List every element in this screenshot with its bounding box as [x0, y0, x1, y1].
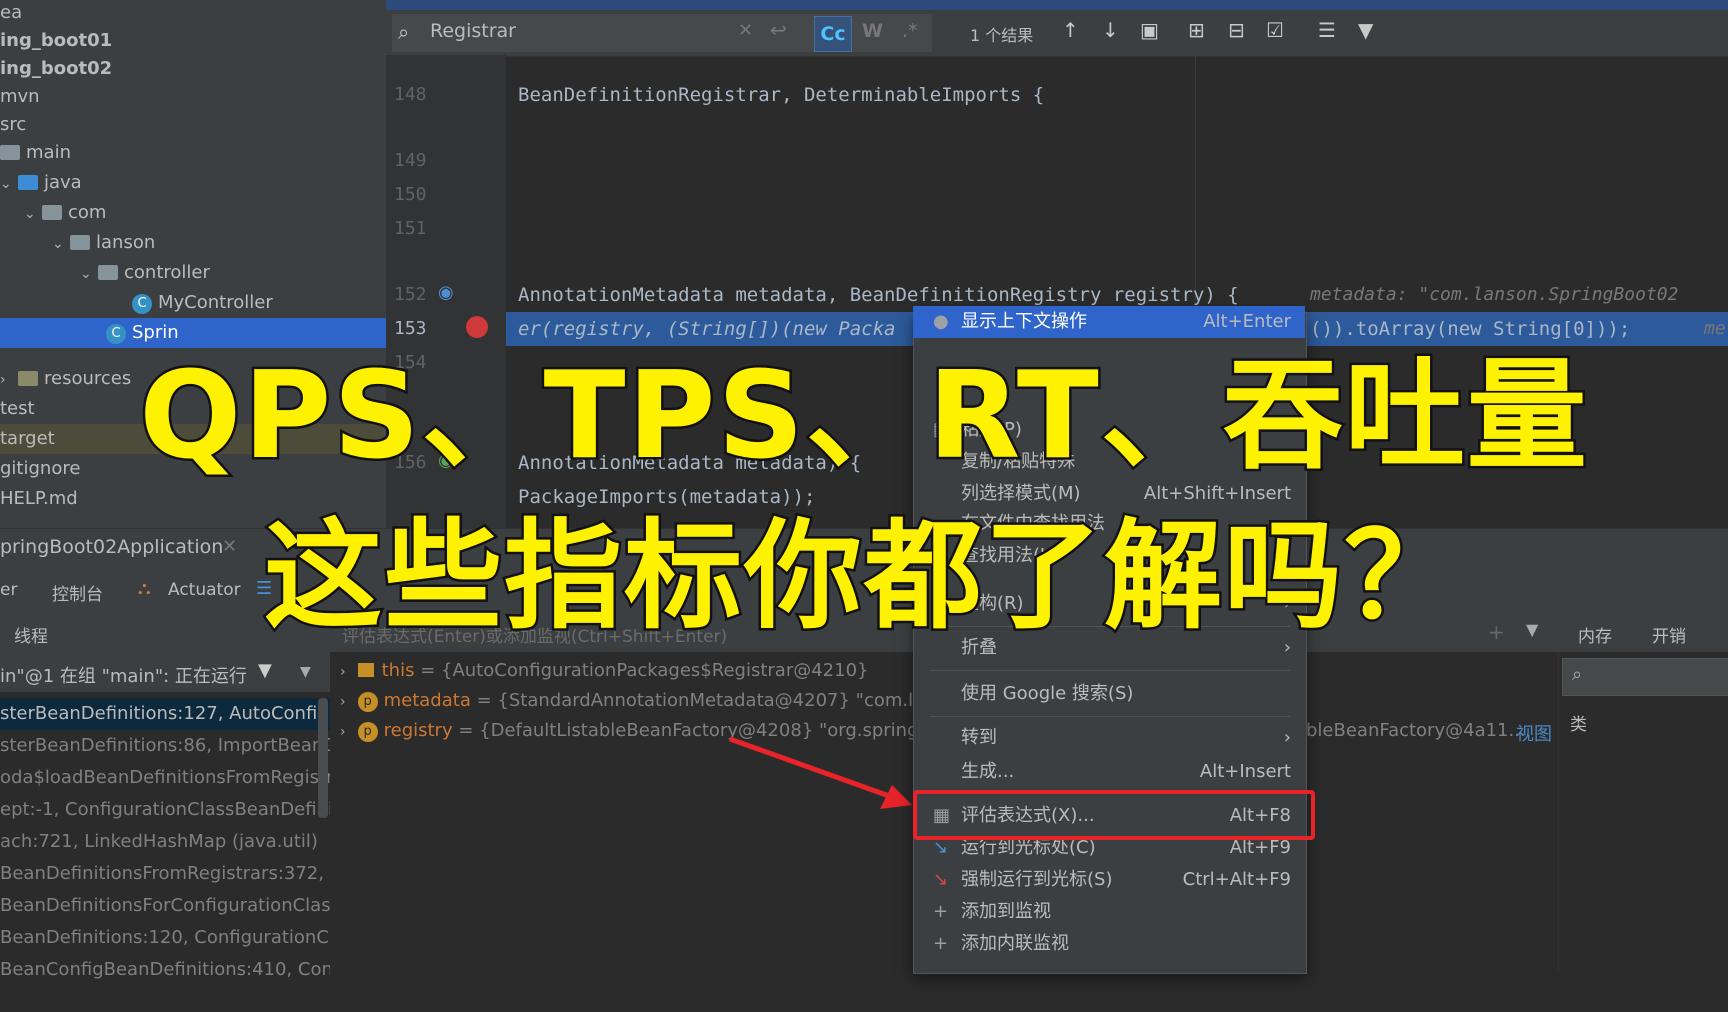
menu-item-google-search[interactable]: 使用 Google 搜索(S) [913, 678, 1305, 710]
memory-search-input[interactable] [1562, 658, 1728, 696]
tree-item[interactable]: src [0, 110, 26, 140]
view-link[interactable]: 视图 [1516, 720, 1552, 746]
editor-top-strip [386, 0, 1728, 10]
code-line[interactable]: BeanDefinitionRegistrar, DeterminableImp… [518, 84, 1044, 106]
tree-item-folder[interactable]: ⌄ com [24, 198, 106, 228]
line-number: 151 [394, 218, 427, 239]
folder-icon [0, 145, 20, 160]
menu-item-generate[interactable]: 生成... Alt+Insert [913, 756, 1305, 788]
frames-scrollbar[interactable] [318, 698, 328, 818]
thread-status: in"@1 在组 "main": 正在运行 [0, 666, 247, 687]
menu-separator [930, 716, 1290, 717]
add-occurrence-icon[interactable]: ⊞ [1188, 18, 1205, 42]
implement-marker-icon[interactable]: ◉ [438, 282, 454, 303]
regex-button[interactable]: .* [902, 20, 918, 42]
class-icon: C [132, 294, 152, 314]
filter-icon[interactable]: ▼ [258, 660, 272, 681]
select-occurrences-icon[interactable]: ☑ [1266, 18, 1284, 42]
tree-item-module[interactable]: ing_boot01 [0, 26, 112, 56]
match-case-button[interactable]: Cc [814, 16, 852, 52]
stack-frame[interactable]: sterBeanDefinitions:127, AutoConfigu [0, 698, 330, 730]
memory-panel [1558, 652, 1728, 972]
filter-icon[interactable]: ▼ [1358, 18, 1373, 42]
chevron-right-icon[interactable]: › [340, 694, 346, 710]
tree-item-folder[interactable]: main [0, 138, 71, 168]
search-result-count: 1 个结果 [970, 26, 1034, 45]
stack-frame[interactable]: ach:721, LinkedHashMap (java.util) [0, 826, 330, 858]
folder-icon [42, 205, 62, 220]
line-number: 149 [394, 150, 427, 171]
callout-highlight-box [913, 790, 1315, 840]
tree-item-class[interactable]: C MyController [132, 288, 273, 318]
force-run-to-cursor-icon: ↘ [933, 869, 949, 890]
clear-icon[interactable]: ✕ [738, 20, 753, 41]
add-watch-icon: + [933, 901, 949, 922]
chevron-down-icon[interactable]: ⌄ [52, 229, 70, 259]
class-column-header: 类 [1570, 715, 1587, 735]
menu-item-add-inline-watch[interactable]: + 添加内联监视 [913, 928, 1305, 960]
line-number: 152 [394, 284, 427, 305]
stack-frame[interactable]: sterBeanDefinitions:86, ImportBeanDe [0, 730, 330, 762]
folder-icon [70, 235, 90, 250]
chevron-down-icon[interactable]: ⌄ [80, 259, 98, 289]
overlay-title-line2: 这些指标你都了解吗？ [261, 505, 1464, 648]
variable-row[interactable]: › this = {AutoConfigurationPackages$Regis… [340, 660, 868, 681]
folder-icon [18, 175, 38, 190]
whole-word-button[interactable]: W [862, 20, 883, 42]
chevron-right-icon: › [1283, 727, 1291, 748]
search-icon: ⌕ [398, 20, 410, 44]
menu-item-add-to-watches[interactable]: + 添加到监视 [913, 896, 1305, 928]
chevron-right-icon[interactable]: › [340, 724, 346, 740]
variable-value-tail: bleBeanFactory@4a11... [1306, 720, 1526, 741]
tree-item[interactable]: mvn [0, 82, 40, 112]
menu-item-force-run-to-cursor[interactable]: ↘ 强制运行到光标(S) Ctrl+Alt+F9 [913, 864, 1305, 896]
line-number: 150 [394, 184, 427, 205]
chevron-right-icon[interactable]: › [340, 664, 346, 680]
stack-frame[interactable]: ept:-1, ConfigurationClassBeanDefinitio [0, 794, 330, 826]
tree-item-module[interactable]: ing_boot02 [0, 54, 112, 84]
add-inline-watch-icon: + [933, 933, 949, 954]
stack-frame[interactable]: BeanConfigBeanDefinitions:410, Config [0, 954, 330, 986]
callout-arrow [729, 736, 912, 809]
parameter-icon: p [357, 722, 378, 742]
field-list-icon [357, 663, 374, 677]
menu-separator [930, 670, 1290, 671]
arrow-up-icon[interactable]: ↑ [1062, 18, 1079, 42]
tree-item-folder[interactable]: ⌄ java [0, 168, 82, 198]
folder-icon [98, 265, 118, 280]
chevron-down-icon[interactable]: ⌄ [0, 169, 18, 199]
line-number: 148 [394, 84, 427, 105]
stack-frame[interactable]: BeanDefinitions:120, ConfigurationCla [0, 922, 330, 954]
chevron-down-icon[interactable]: ⌄ [24, 199, 42, 229]
tree-item-folder[interactable]: ⌄ controller [80, 258, 210, 288]
replace-toggle-icon[interactable]: ↩ [770, 18, 787, 42]
overlay-title-line1: QPS、TPS、RT、吞吐量 [137, 345, 1589, 489]
arrow-down-icon[interactable]: ↓ [1102, 18, 1119, 42]
chevron-down-icon[interactable]: ▼ [300, 664, 311, 680]
tree-item[interactable]: ea [0, 0, 22, 28]
stack-frame[interactable]: oda$loadBeanDefinitionsFromRegistra [0, 762, 330, 794]
inline-debug-hint: metadata: "com.lanson.SpringBoot02 [1310, 284, 1679, 305]
filter-options-icon[interactable]: ☰ [1318, 18, 1336, 42]
select-all-occurrences-icon[interactable]: ▣ [1140, 18, 1159, 42]
search-icon: ⌕ [1572, 664, 1583, 685]
stack-frame[interactable]: BeanDefinitionsForConfigurationClass [0, 890, 330, 922]
code-line[interactable]: AnnotationMetadata metadata, BeanDefinit… [518, 284, 1239, 306]
search-input[interactable]: Registrar [430, 20, 516, 42]
parameter-icon: p [357, 692, 378, 712]
variable-row[interactable]: › p metadata = {StandardAnnotationMetadata… [340, 690, 924, 712]
menu-item-goto[interactable]: 转到 › [913, 722, 1305, 754]
stack-frame[interactable]: BeanDefinitionsFromRegistrars:372, C [0, 858, 330, 890]
tree-item-folder[interactable]: ⌄ lanson [52, 228, 155, 258]
remove-occurrence-icon[interactable]: ⊟ [1228, 18, 1245, 42]
